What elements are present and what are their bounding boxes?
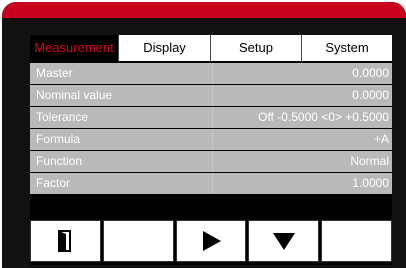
row-label: Formula <box>36 132 81 146</box>
row-value: Off -0.5000 <0> +0.5000 <box>212 107 392 128</box>
row-label: Nominal value <box>36 88 113 102</box>
instrument-frame: Measurement Display Setup System Master … <box>2 2 406 268</box>
softkey-blank-2[interactable] <box>321 220 392 262</box>
tab-measurement[interactable]: Measurement <box>30 35 118 63</box>
row-factor[interactable]: Factor 1.0000 <box>30 173 392 194</box>
display-screen: Measurement Display Setup System Master … <box>30 35 392 265</box>
softkey-exit[interactable] <box>30 220 101 262</box>
down-triangle-icon <box>272 233 295 250</box>
row-label: Tolerance <box>36 110 89 124</box>
row-function[interactable]: Function Normal <box>30 151 392 172</box>
row-value: 0.0000 <box>212 63 392 84</box>
menu-tabs: Measurement Display Setup System <box>30 35 392 63</box>
row-label: Master <box>36 66 73 80</box>
row-value: Normal <box>212 151 392 172</box>
row-label: Function <box>36 154 83 168</box>
exit-door-icon <box>58 230 72 252</box>
row-master[interactable]: Master 0.0000 <box>30 63 392 84</box>
row-nominal-value[interactable]: Nominal value 0.0000 <box>30 85 392 106</box>
row-label: Factor <box>36 176 71 190</box>
play-triangle-icon <box>202 231 221 251</box>
row-value: 1.0000 <box>212 173 392 194</box>
row-value: 0.0000 <box>212 85 392 106</box>
tab-display[interactable]: Display <box>118 35 210 63</box>
softkey-bar <box>30 220 392 262</box>
parameter-list: Master 0.0000 Nominal value 0.0000 Toler… <box>30 63 392 195</box>
softkey-down[interactable] <box>248 220 320 262</box>
tab-system[interactable]: System <box>301 35 392 63</box>
accent-bar <box>2 2 406 18</box>
softkey-blank-1[interactable] <box>102 220 174 262</box>
row-tolerance[interactable]: Tolerance Off -0.5000 <0> +0.5000 <box>30 107 392 128</box>
softkey-play[interactable] <box>175 220 247 262</box>
row-formula[interactable]: Formula +A <box>30 129 392 150</box>
row-value: +A <box>212 129 392 150</box>
tab-setup[interactable]: Setup <box>210 35 301 63</box>
